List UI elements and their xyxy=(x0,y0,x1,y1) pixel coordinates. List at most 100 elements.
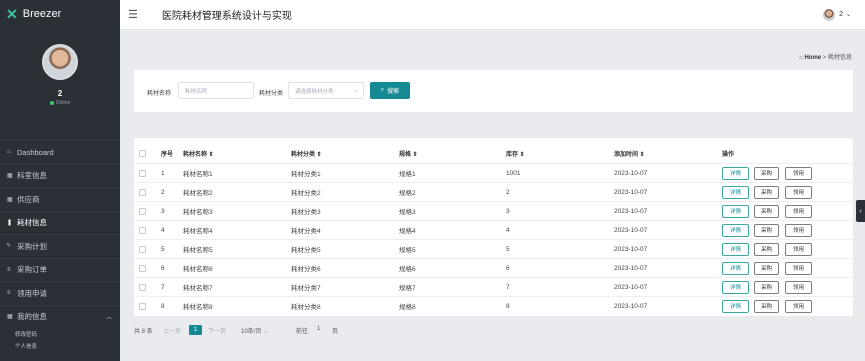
cell-name: 耗材名称4 xyxy=(183,228,213,235)
page-size-value: 10条/页 xyxy=(241,329,262,335)
requisition-button[interactable]: 领用 xyxy=(785,204,812,218)
row-checkbox[interactable] xyxy=(139,302,146,310)
purchase-button[interactable]: 采购 xyxy=(754,261,779,275)
goto-page-input[interactable]: 1 xyxy=(317,326,320,332)
sidebar-item-label: 我的信息 xyxy=(17,312,47,322)
cell-added-time: 2023-10-07 xyxy=(614,283,648,291)
table-row: 4 耗材名称4 耗材分类4 规格4 4 2023-10-07 详情 采购 领用 xyxy=(134,220,853,239)
brand[interactable]: ✕ Breezer xyxy=(0,0,120,28)
breadcrumb-home[interactable]: Home xyxy=(804,55,821,61)
pagination-total: 共 8 条 xyxy=(134,329,153,335)
sidebar-subitem-1[interactable]: 修改密码 xyxy=(0,328,120,340)
table-row: 5 耗材名称5 耗材分类5 规格5 5 2023-10-07 详情 采购 领用 xyxy=(134,239,853,258)
table-row: 2 耗材名称2 耗材分类2 规格2 2 2023-10-07 详情 采购 领用 xyxy=(134,182,853,201)
user-profile: 2 Online xyxy=(0,28,120,140)
cell-index: 5 xyxy=(161,245,165,253)
sidebar-item-8[interactable]: ▦ 我的信息 ︿ xyxy=(0,304,120,329)
sidebar-item-6[interactable]: ≡ 采购订单 xyxy=(0,257,120,282)
header-added-time[interactable]: 添加时间 ⇕ xyxy=(614,149,645,158)
user-menu[interactable]: 2 ⌄ xyxy=(823,8,851,21)
cell-stock: 6 xyxy=(506,264,510,272)
sidebar-item-1[interactable]: ⌂ Dashboard xyxy=(0,140,120,164)
cell-index: 6 xyxy=(161,264,165,272)
sidebar-item-3[interactable]: ▦ 供应商 xyxy=(0,187,120,211)
menu-toggle-icon[interactable]: ☰ xyxy=(128,8,138,21)
purchase-button[interactable]: 采购 xyxy=(754,280,779,294)
detail-button[interactable]: 详情 xyxy=(722,166,749,180)
sidebar-item-label: 科室信息 xyxy=(17,171,47,181)
sidebar-item-5[interactable]: ϟ 采购计划 xyxy=(0,234,120,258)
purchase-button[interactable]: 采购 xyxy=(754,223,779,237)
page-size-select[interactable]: 10条/页 ⌄ xyxy=(241,326,268,335)
detail-button[interactable]: 详情 xyxy=(722,185,749,199)
row-checkbox[interactable] xyxy=(139,226,146,234)
header-stock[interactable]: 库存 ⇕ xyxy=(506,149,525,158)
requisition-button[interactable]: 领用 xyxy=(785,280,812,294)
collapse-panel-tab[interactable]: ‹ xyxy=(856,200,865,222)
bolt-icon: ϟ xyxy=(7,243,11,250)
cell-category: 耗材分类7 xyxy=(291,285,321,292)
row-checkbox[interactable] xyxy=(139,207,146,215)
header-spec[interactable]: 规格 ⇕ xyxy=(399,149,418,158)
cell-index: 3 xyxy=(161,207,165,215)
purchase-button[interactable]: 采购 xyxy=(754,299,779,313)
search-button[interactable]: ⌕ 搜索 xyxy=(370,82,410,99)
cell-added-time: 2023-10-07 xyxy=(614,264,648,272)
sidebar-item-label: 供应商 xyxy=(17,194,40,204)
name-filter-input[interactable]: 耗材名称 xyxy=(178,82,254,99)
detail-button[interactable]: 详情 xyxy=(722,280,749,294)
purchase-button[interactable]: 采购 xyxy=(754,242,779,256)
header-category[interactable]: 耗材分类 ⇕ xyxy=(291,149,322,158)
cell-category: 耗材分类5 xyxy=(291,247,321,254)
purchase-button[interactable]: 采购 xyxy=(754,185,779,199)
cell-spec: 规格6 xyxy=(399,266,416,273)
row-checkbox[interactable] xyxy=(139,188,146,196)
cell-spec: 规格3 xyxy=(399,209,416,216)
row-checkbox[interactable] xyxy=(139,169,146,177)
row-checkbox[interactable] xyxy=(139,245,146,253)
purchase-button[interactable]: 采购 xyxy=(754,166,779,180)
detail-button[interactable]: 详情 xyxy=(722,204,749,218)
requisition-button[interactable]: 领用 xyxy=(785,166,812,180)
detail-button[interactable]: 详情 xyxy=(722,299,749,313)
row-checkbox[interactable] xyxy=(139,283,146,291)
sidebar-item-7[interactable]: ≡ 领用申请 xyxy=(0,281,120,305)
online-dot-icon xyxy=(49,100,54,105)
detail-button[interactable]: 详情 xyxy=(722,242,749,256)
detail-button[interactable]: 详情 xyxy=(722,223,749,237)
breadcrumb-current: 耗材信息 xyxy=(827,55,852,61)
requisition-button[interactable]: 领用 xyxy=(785,223,812,237)
sidebar-item-4[interactable]: ❚ 耗材信息 xyxy=(0,210,120,235)
search-icon: ⌕ xyxy=(380,87,385,93)
chevron-down-icon: ⌄ xyxy=(263,329,269,335)
cell-category: 耗材分类1 xyxy=(291,171,321,178)
cell-added-time: 2023-10-07 xyxy=(614,302,648,310)
purchase-button[interactable]: 采购 xyxy=(754,204,779,218)
row-checkbox[interactable] xyxy=(139,264,146,272)
cell-stock: 1001 xyxy=(506,169,521,177)
detail-button[interactable]: 详情 xyxy=(722,261,749,275)
cell-category: 耗材分类8 xyxy=(291,304,321,311)
cell-stock: 7 xyxy=(506,283,510,291)
breadcrumb: ⌂ Home > 耗材信息 xyxy=(799,52,852,61)
list-icon: ≡ xyxy=(7,290,11,297)
sidebar-item-2[interactable]: ▦ 科室信息 xyxy=(0,163,120,188)
comment-icon: ❚ xyxy=(7,220,13,227)
select-all-checkbox[interactable] xyxy=(139,149,146,157)
cell-category: 耗材分类6 xyxy=(291,266,321,273)
next-page-button[interactable]: 下一页 xyxy=(208,326,226,335)
sidebar-subitem-2[interactable]: 个人信息 xyxy=(0,340,120,352)
cell-stock: 4 xyxy=(506,226,510,234)
requisition-button[interactable]: 领用 xyxy=(785,185,812,199)
requisition-button[interactable]: 领用 xyxy=(785,261,812,275)
requisition-button[interactable]: 领用 xyxy=(785,242,812,256)
cell-name: 耗材名称8 xyxy=(183,304,213,311)
chevron-up-icon: ︿ xyxy=(105,315,112,322)
header-index: 序号 xyxy=(161,151,174,158)
prev-page-button[interactable]: 上一页 xyxy=(163,326,181,335)
requisition-button[interactable]: 领用 xyxy=(785,299,812,313)
page-1-button[interactable]: 1 xyxy=(189,325,202,335)
sidebar-item-label: 采购计划 xyxy=(17,241,47,251)
header-name[interactable]: 耗材名称 ⇕ xyxy=(183,149,214,158)
category-filter-select[interactable]: 请选择耗材分类 ⌄ xyxy=(288,82,364,99)
